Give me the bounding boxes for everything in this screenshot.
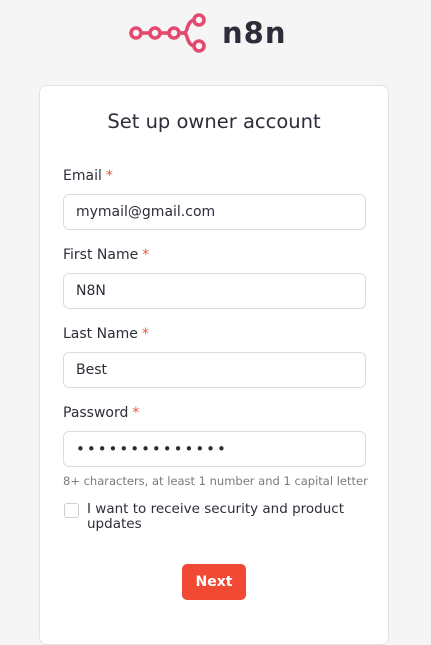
password-hint: 8+ characters, at least 1 number and 1 c…: [63, 474, 368, 488]
updates-checkbox-label[interactable]: I want to receive security and product u…: [87, 502, 357, 532]
last-name-field[interactable]: [63, 352, 366, 388]
n8n-logo-icon: [129, 13, 206, 53]
first-name-label-text: First Name: [63, 247, 139, 263]
updates-checkbox[interactable]: [64, 503, 79, 518]
required-marker: *: [141, 326, 149, 342]
next-button[interactable]: Next: [182, 564, 246, 600]
password-label-text: Password: [63, 405, 129, 421]
required-marker: *: [142, 247, 150, 263]
required-marker: *: [132, 405, 140, 421]
first-name-label: First Name *: [63, 247, 149, 263]
email-label: Email *: [63, 168, 113, 184]
page-title: Set up owner account: [107, 110, 321, 133]
first-name-field[interactable]: [63, 273, 366, 309]
signup-card: Set up owner account Email* First Name* …: [39, 85, 389, 645]
last-name-label-text: Last Name: [63, 326, 138, 342]
password-field[interactable]: [63, 431, 366, 467]
brand-name: n8n: [222, 16, 287, 50]
required-marker: *: [105, 168, 113, 184]
header-logo: n8n: [0, 0, 431, 70]
email-field[interactable]: [63, 194, 366, 230]
password-label: Password *: [63, 405, 139, 421]
last-name-label: Last Name *: [63, 326, 149, 342]
email-label-text: Email: [63, 168, 102, 184]
